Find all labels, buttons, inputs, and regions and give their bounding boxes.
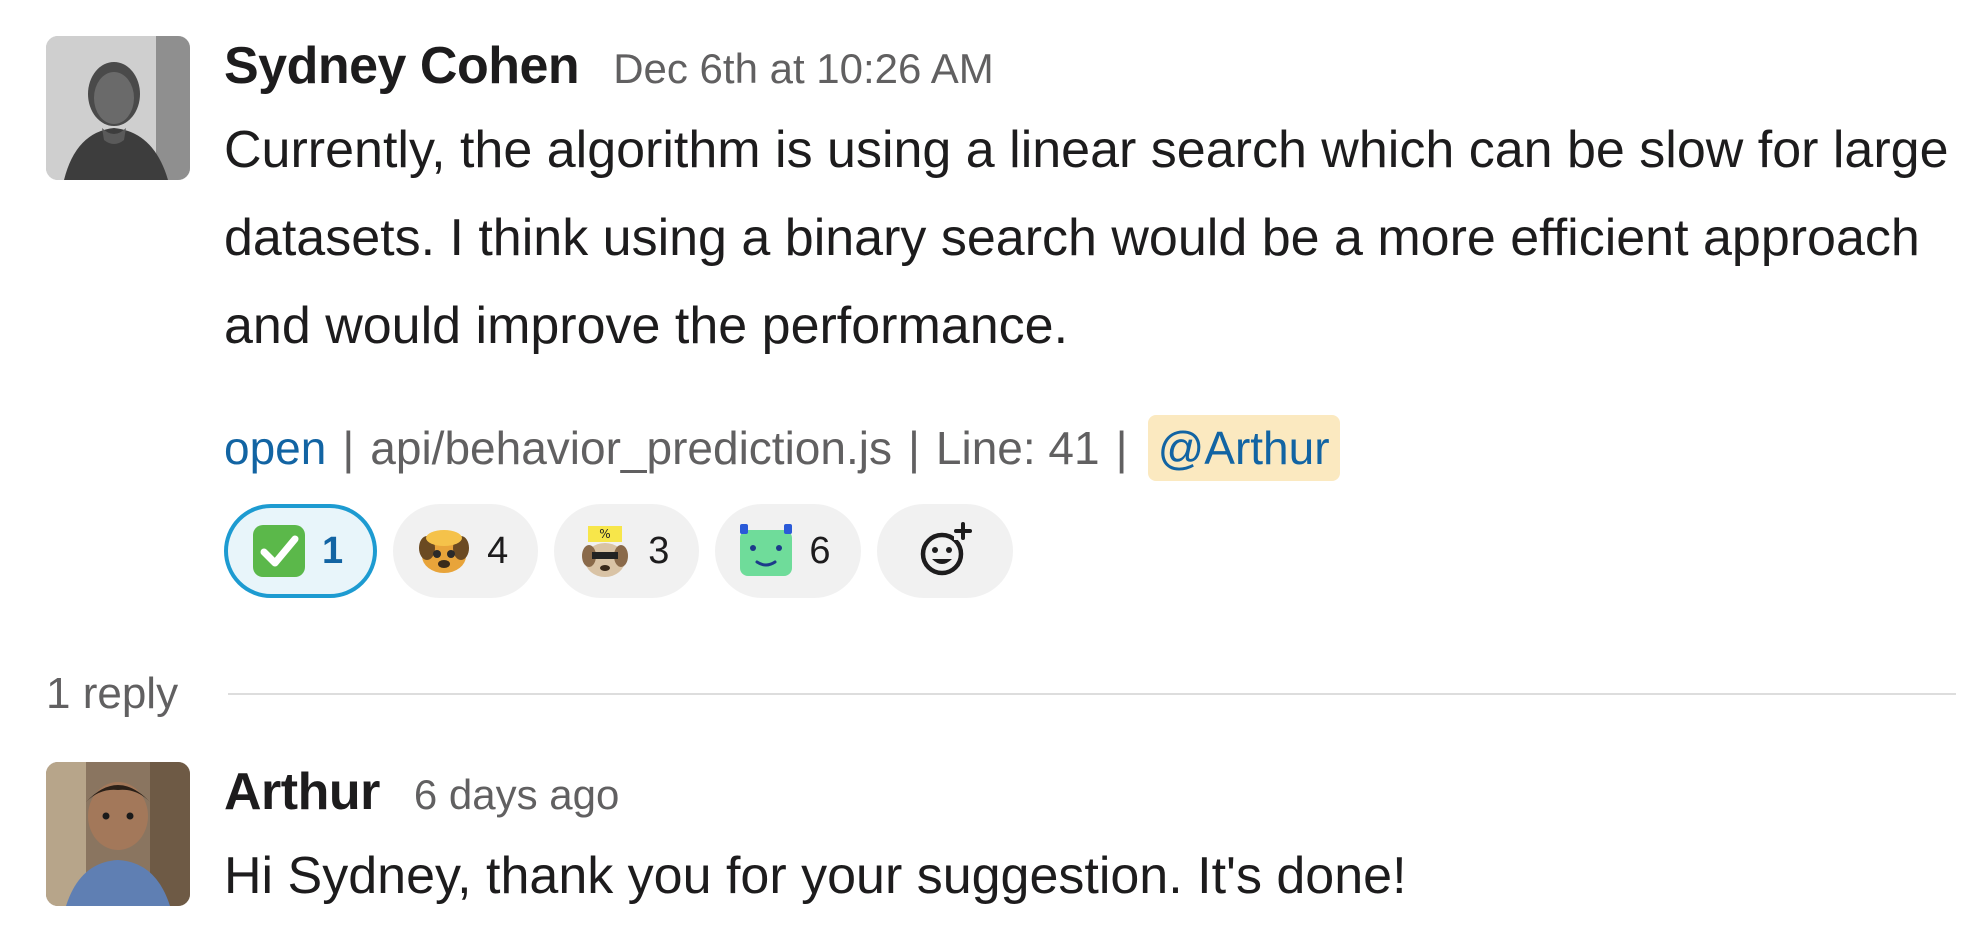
message-timestamp[interactable]: 6 days ago — [414, 771, 620, 819]
user-mention[interactable]: @Arthur — [1147, 415, 1340, 481]
file-path: api/behavior_prediction.js — [370, 422, 892, 474]
reaction-check-mark[interactable]: 1 — [224, 504, 378, 598]
author-name[interactable]: Arthur — [224, 762, 380, 822]
check-mark-emoji-icon — [253, 525, 305, 577]
reaction-dog[interactable]: 4 — [393, 504, 539, 598]
separator: | — [907, 422, 920, 474]
reactions-bar: 1 4 % 3 6 — [224, 504, 1964, 598]
dog-percent-emoji-icon: % — [582, 526, 629, 577]
add-reaction-icon — [920, 522, 972, 576]
message-text: Currently, the algorithm is using a line… — [224, 121, 1949, 355]
reaction-dog-percent[interactable]: % 3 — [554, 504, 700, 598]
reaction-green-blob[interactable]: 6 — [715, 504, 861, 598]
message-thread: Sydney Cohen Dec 6th at 10:26 AM Current… — [0, 0, 1980, 950]
separator: | — [1115, 422, 1128, 474]
message-timestamp[interactable]: Dec 6th at 10:26 AM — [613, 45, 994, 93]
separator: | — [342, 422, 355, 474]
svg-text:%: % — [600, 527, 611, 541]
thread-divider — [228, 693, 1956, 695]
avatar-arthur-image — [46, 762, 190, 906]
add-reaction-button[interactable] — [876, 504, 1013, 598]
avatar[interactable] — [46, 762, 190, 906]
green-blob-emoji-icon — [740, 524, 793, 576]
reaction-count: 3 — [648, 529, 670, 572]
line-number: Line: 41 — [935, 422, 1100, 474]
avatar-sydney-image — [46, 36, 190, 180]
reaction-count: 1 — [322, 529, 344, 572]
reply-count[interactable]: 1 reply — [46, 669, 178, 719]
message-text: Hi Sydney, thank you for your suggestion… — [224, 847, 1407, 905]
reaction-count: 4 — [487, 529, 509, 572]
comment-meta: open | api/behavior_prediction.js | Line… — [224, 410, 1964, 486]
avatar[interactable] — [46, 36, 190, 180]
dog-emoji-icon — [419, 530, 470, 573]
thread-reply-bar: 1 reply — [46, 664, 1956, 724]
reaction-count: 6 — [809, 529, 831, 572]
open-link[interactable]: open — [224, 421, 326, 475]
author-name[interactable]: Sydney Cohen — [224, 36, 580, 96]
